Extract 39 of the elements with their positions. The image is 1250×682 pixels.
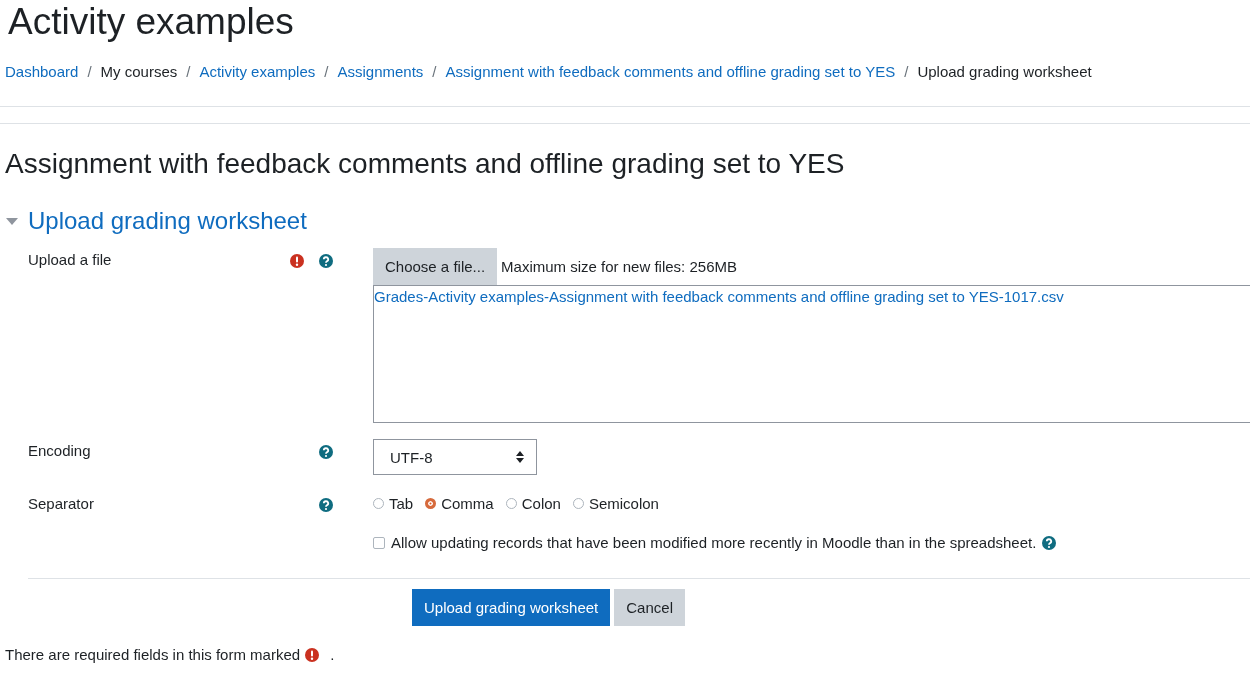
breadcrumb-item: My courses <box>100 63 178 80</box>
field-label: Encoding <box>28 442 91 461</box>
field-label: Upload a file <box>28 251 112 270</box>
breadcrumb-separator: / <box>324 63 329 80</box>
upload-button[interactable]: Upload grading worksheet <box>412 589 611 626</box>
select-arrows-icon <box>516 451 524 463</box>
breadcrumb-separator: / <box>186 63 191 80</box>
breadcrumb-separator: / <box>904 63 909 80</box>
breadcrumb-link[interactable]: Activity examples <box>199 63 316 80</box>
page-title: Activity examples <box>7 0 295 42</box>
help-icon[interactable] <box>319 498 333 512</box>
collapse-caret-icon[interactable] <box>6 217 18 225</box>
breadcrumb-separator: / <box>432 63 437 80</box>
cancel-button[interactable]: Cancel <box>614 589 685 626</box>
radio-option[interactable]: Colon <box>505 495 561 512</box>
help-icon[interactable] <box>319 254 333 268</box>
activity-heading: Assignment with feedback comments and offline grading set to YES <box>4 147 846 180</box>
encoding-select[interactable]: UTF-8 <box>373 439 537 475</box>
max-size-note: Maximum size for new files: 256MB <box>501 258 737 275</box>
checkbox-label: Allow updating records that have been modified more recently in Moodle than in the spreadsheet. <box>391 534 1037 551</box>
period-text: . <box>330 646 335 663</box>
required-icon <box>305 647 320 662</box>
required-note: There are required fields in this form marked <box>5 646 301 663</box>
radio-option[interactable]: Semicolon <box>572 495 659 512</box>
field-label: Separator <box>28 495 94 512</box>
radio-option[interactable]: Tab <box>373 495 414 512</box>
radio-button[interactable] <box>425 498 437 509</box>
choose-file-button[interactable]: Choose a file... <box>373 248 498 285</box>
breadcrumb-item: Upload grading worksheet <box>917 63 1092 80</box>
file-link[interactable]: Grades-Activity examples-Assignment with feedback comments and offline grading set to YES-1017.csv <box>374 288 1064 305</box>
help-icon[interactable] <box>1042 535 1057 550</box>
breadcrumb-link[interactable]: Assignments <box>337 63 424 80</box>
section-title[interactable]: Upload grading worksheet <box>28 207 307 235</box>
breadcrumb-link[interactable]: Dashboard <box>5 63 79 80</box>
help-icon[interactable] <box>319 445 333 459</box>
checkbox[interactable] <box>373 536 385 549</box>
radio-option[interactable]: Comma <box>425 495 494 512</box>
breadcrumb-separator: / <box>87 63 92 80</box>
breadcrumb-link[interactable]: Assignment with feedback comments and offline grading set to YES <box>445 63 896 80</box>
